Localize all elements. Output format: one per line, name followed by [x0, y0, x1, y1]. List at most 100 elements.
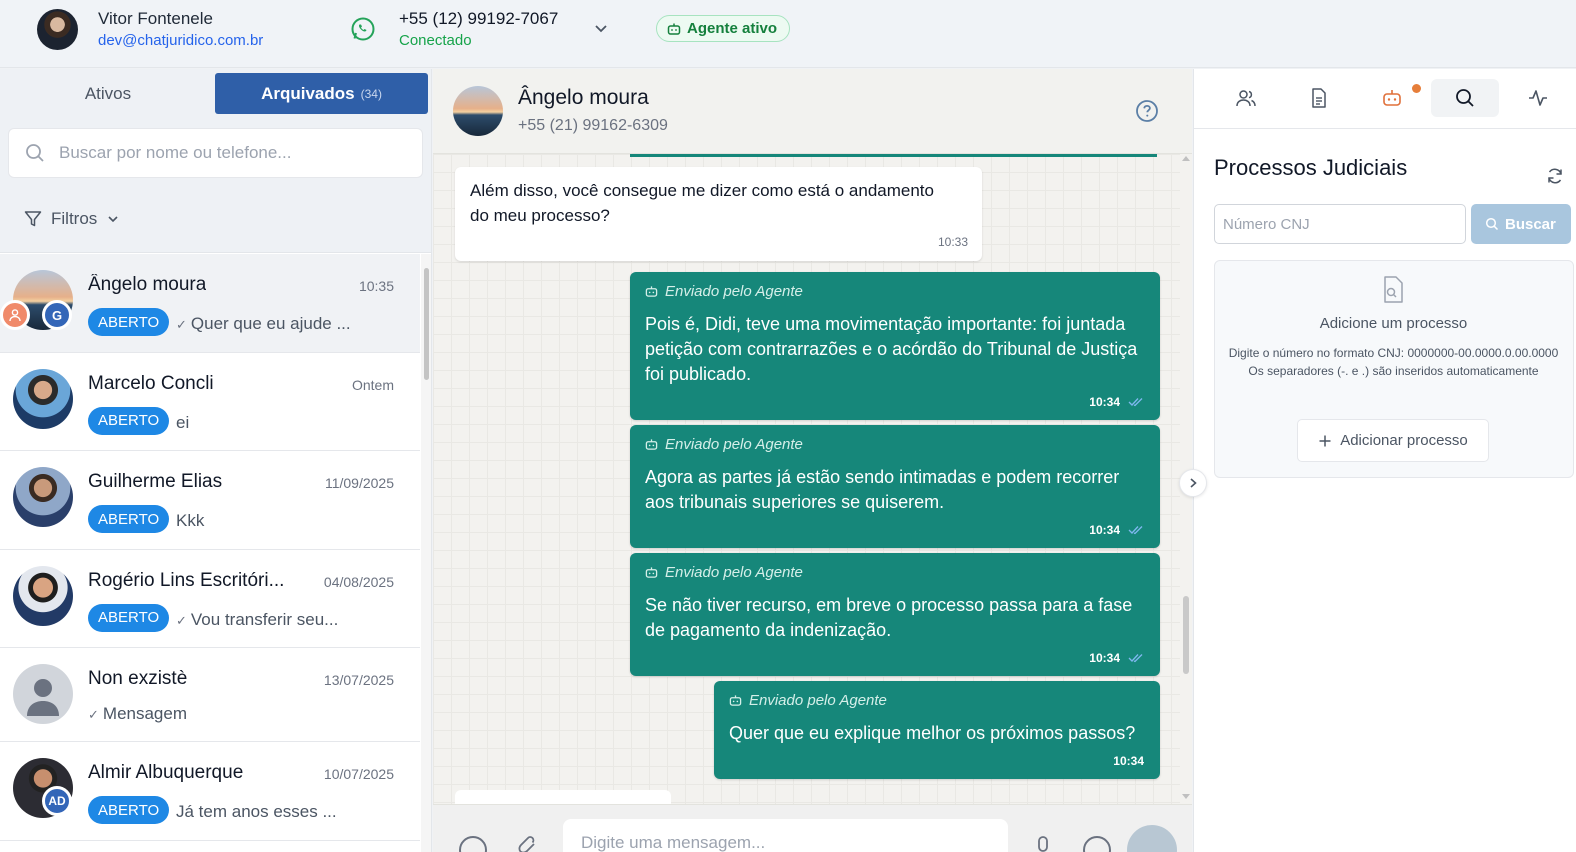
filters-button[interactable]: Filtros [24, 209, 120, 229]
filters-label: Filtros [51, 209, 98, 228]
empty-state-description: Digite o número no formato CNJ: 0000000-… [1225, 344, 1562, 380]
empty-state-format-hint: Digite o número no formato CNJ: 0000000-… [1228, 346, 1559, 360]
chat-list-item[interactable]: AD Almir Albuquerque 10/07/2025 ABERTO J… [0, 742, 420, 841]
side-panel: Processos Judiciais Número CNJ Buscar Ad… [1193, 69, 1576, 852]
scrollbar-thumb[interactable] [1183, 596, 1189, 674]
agent-active-badge[interactable]: Agente ativo [656, 15, 791, 42]
assignee-avatar-g: G [42, 300, 72, 330]
chat-preview-text: Kkk [176, 511, 205, 530]
message-composer: Digite uma mensagem... [433, 804, 1192, 852]
tab-documents[interactable] [1285, 79, 1353, 117]
agent-label: Enviado pelo Agente [645, 283, 803, 300]
help-icon[interactable] [1135, 99, 1159, 123]
outgoing-message: Enviado pelo Agente Quer que eu explique… [714, 681, 1160, 779]
chat-preview-text: Mensagem [102, 704, 188, 723]
contact-name: Ângelo moura [518, 86, 649, 109]
microphone-icon[interactable] [1033, 835, 1053, 852]
contact-avatar [13, 467, 73, 527]
filter-icon [24, 211, 42, 227]
chat-list-item[interactable]: Marcelo Concli Ontem ABERTO ei [0, 352, 420, 451]
chat-time: 10:35 [358, 278, 394, 294]
chat-preview-text: Quer que eu ajude ... [190, 314, 351, 333]
chat-preview-text: Já tem anos esses ... [176, 802, 337, 821]
tab-arquivados[interactable]: Arquivados (34) [215, 73, 428, 114]
double-check-icon [1128, 654, 1143, 663]
add-process-label: Adicionar processo [1340, 432, 1468, 449]
chat-list-panel: Ativos Arquivados (34) Buscar por nome o… [0, 69, 432, 852]
chat-preview: ✓ Vou transferir seu... [176, 610, 338, 630]
add-process-button[interactable]: Adicionar processo [1297, 419, 1489, 462]
read-check-icon: ✓ [176, 317, 187, 332]
filters-area: Filtros [0, 189, 431, 253]
chat-list-item[interactable]: Guilherme Elias 11/09/2025 ABERTO Kkk [0, 451, 420, 550]
agent-badge-label: Agente ativo [687, 20, 778, 37]
scrollbar-thumb[interactable] [424, 268, 429, 380]
empty-state-separator-hint: Os separadores (-. e .) são inseridos au… [1248, 364, 1539, 378]
chat-preview: Já tem anos esses ... [176, 802, 337, 822]
agent-label-text: Enviado pelo Agente [665, 283, 803, 300]
search-icon [26, 144, 44, 162]
message-text: Pois é, Didi, teve uma movimentação impo… [645, 314, 1138, 384]
tab-search-processes[interactable] [1431, 79, 1499, 117]
bot-icon [645, 439, 658, 450]
status-badge: ABERTO [88, 308, 170, 336]
emoji-icon[interactable] [459, 836, 487, 852]
refresh-icon[interactable] [1546, 167, 1564, 185]
user-icon [9, 309, 21, 322]
contact-phone: +55 (21) 99162-6309 [518, 117, 668, 134]
read-check-icon: ✓ [88, 707, 99, 722]
whatsapp-icon [351, 17, 375, 41]
message-input[interactable]: Digite uma mensagem... [563, 819, 1008, 852]
chat-list-scrollbar[interactable] [421, 254, 431, 852]
user-name: Vitor Fontenele [98, 9, 213, 28]
message-text: Além disso, você consegue me dizer como … [470, 181, 934, 225]
activity-icon [1529, 90, 1547, 106]
contact-avatar[interactable] [453, 86, 503, 136]
chat-preview-text: Vou transferir seu... [190, 609, 339, 629]
send-button[interactable] [1127, 825, 1177, 852]
search-icon [1485, 217, 1499, 231]
user-email: dev@chatjuridico.com.br [98, 32, 264, 49]
message-time: 10:34 [1089, 395, 1120, 409]
bot-icon [729, 695, 742, 706]
empty-state-title: Adicione um processo [1319, 315, 1468, 332]
schedule-icon[interactable] [1083, 836, 1111, 852]
chat-name: Non exzistè [88, 668, 188, 689]
search-process-button[interactable]: Buscar [1471, 204, 1571, 244]
chat-list-item[interactable]: Non exzistè 13/07/2025 ✓ Mensagem [0, 648, 420, 742]
search-icon [1456, 89, 1474, 107]
toggle-side-panel-button[interactable] [1179, 469, 1207, 497]
message-time: 10:34 [1089, 651, 1120, 665]
chat-preview: ei [176, 413, 189, 433]
chat-time: Ontem [351, 376, 394, 393]
tab-contacts[interactable] [1212, 79, 1280, 117]
search-input[interactable]: Buscar por nome ou telefone... [8, 128, 423, 178]
agent-label: Enviado pelo Agente [645, 564, 803, 581]
chevron-down-icon[interactable] [593, 20, 609, 36]
message-text: Quer que eu explique melhor os próximos … [729, 723, 1136, 743]
chat-tabs: Ativos Arquivados (34) [0, 69, 431, 119]
chat-list-item[interactable]: Rogério Lins Escritóri... 04/08/2025 ABE… [0, 549, 420, 648]
connection-status: Conectado [399, 32, 472, 49]
search-process-label: Buscar [1505, 215, 1556, 233]
tab-ativos[interactable]: Ativos [0, 73, 216, 115]
paperclip-icon[interactable] [517, 835, 539, 852]
chat-name: Rogério Lins Escritóri... [88, 569, 285, 591]
outgoing-message: Enviado pelo Agente Pois é, Didi, teve u… [630, 272, 1160, 420]
chat-list-item[interactable]: G Ângelo moura 10:35 ABERTO ✓ Quer que eu… [0, 254, 420, 353]
assignee-avatar-person [0, 300, 30, 330]
tab-activity[interactable] [1504, 79, 1572, 117]
agent-label-text: Enviado pelo Agente [749, 692, 887, 709]
side-panel-tabs [1194, 69, 1576, 129]
notification-dot [1412, 84, 1421, 93]
scroll-down-arrow-icon[interactable] [1182, 794, 1190, 799]
outgoing-message: Enviado pelo Agente Agora as partes já e… [630, 425, 1160, 548]
chat-preview: ✓ Mensagem [88, 704, 187, 724]
bot-icon [645, 286, 658, 297]
scroll-up-arrow-icon[interactable] [1182, 156, 1190, 161]
cnj-number-input[interactable]: Número CNJ [1214, 204, 1466, 244]
status-badge: ABERTO [88, 796, 170, 824]
user-avatar[interactable] [37, 9, 78, 50]
chat-time: 13/07/2025 [323, 672, 394, 688]
assignee-avatar-ad: AD [42, 786, 72, 816]
